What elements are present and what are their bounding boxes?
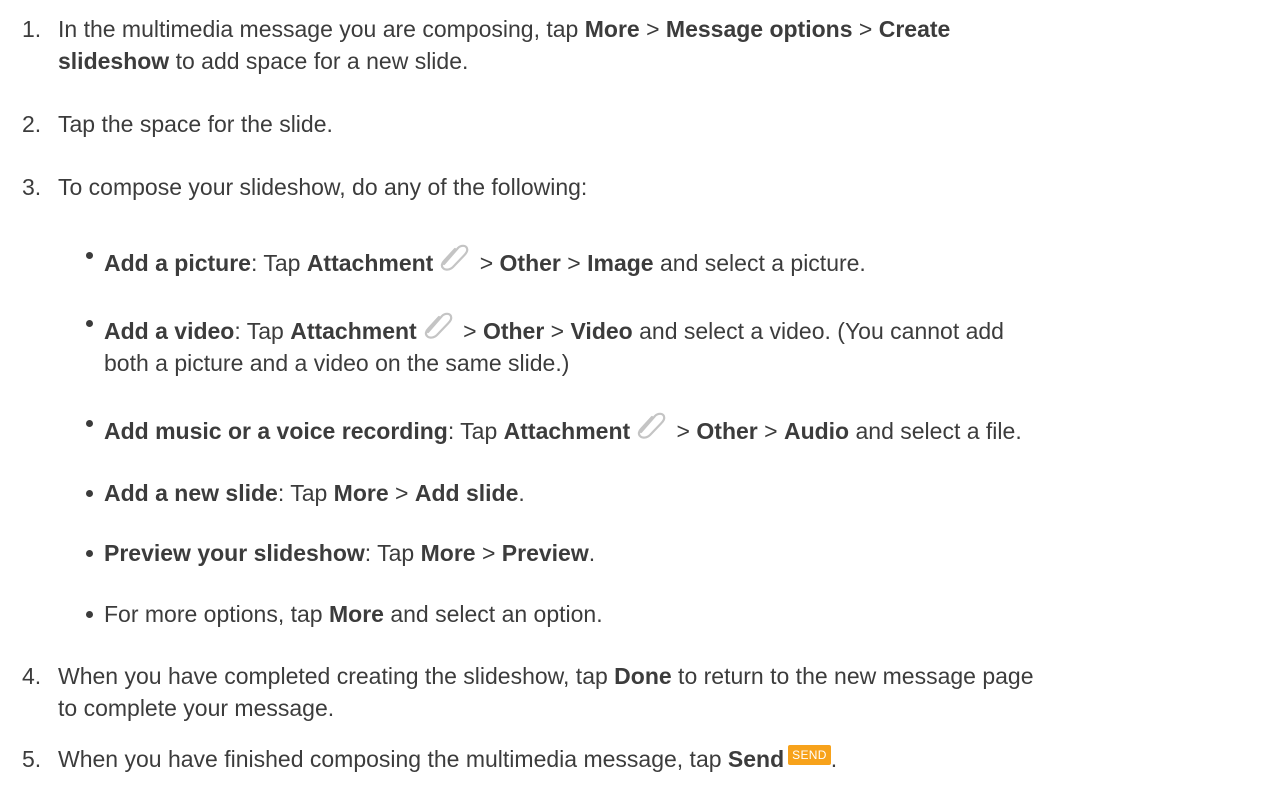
menu-term-audio: Audio: [783, 418, 850, 444]
text: and select a file.: [849, 418, 1022, 444]
text: When you have finished composing the mul…: [58, 746, 728, 772]
step-line: In the multimedia message you are compos…: [58, 13, 1240, 45]
step-number: 1.: [22, 16, 42, 42]
bullet-text: For more options, tap More and select an…: [104, 598, 1240, 630]
menu-term-attachment: Attachment: [290, 318, 417, 344]
bullet-text: Add music or a voice recording: Tap Atta…: [104, 407, 1240, 447]
separator: >: [757, 418, 784, 444]
bullet-title: Add a video: [104, 318, 235, 344]
text: to add space for a new slide.: [169, 48, 469, 74]
text: : Tap: [277, 480, 334, 506]
menu-term-create-slideshow: slideshow: [58, 48, 170, 74]
menu-term-other: Other: [696, 418, 758, 444]
bullet-line: Add a video: Tap Attachment > Other > Vi…: [104, 307, 1240, 347]
menu-term-create-slideshow: Create: [878, 16, 951, 42]
bullet-text: Add a video: Tap Attachment > Other > Vi…: [104, 307, 1240, 379]
step-text: Tap the space for the slide.: [58, 111, 333, 137]
paperclip-icon: [424, 312, 453, 339]
bullet-dot: [86, 490, 93, 497]
menu-term-video: Video: [570, 318, 633, 344]
text: and select a video. (You cannot add: [632, 318, 1004, 344]
bullet-dot: [86, 550, 93, 557]
menu-term-more: More: [333, 480, 389, 506]
separator: >: [852, 16, 879, 42]
separator: >: [388, 480, 415, 506]
step-number: 3.: [22, 174, 42, 200]
bullet-title: Add a new slide: [104, 480, 278, 506]
separator: >: [639, 16, 666, 42]
bullet-dot: [86, 611, 93, 618]
step-number: 2.: [22, 111, 42, 137]
separator: >: [456, 318, 483, 344]
separator: >: [544, 318, 571, 344]
bullet-dot: [86, 320, 93, 327]
bullet-title: Add a picture: [104, 250, 251, 276]
separator: >: [560, 250, 588, 276]
menu-term-more: More: [584, 16, 640, 42]
step-text: When you have finished composing the mul…: [58, 743, 1240, 775]
paperclip-icon: [441, 244, 469, 271]
bullet-text: Add a picture: Tap Attachment > Other > …: [104, 239, 1240, 279]
paperclip-icon: [637, 412, 666, 439]
instructions-document: 1. In the multimedia message you are com…: [0, 0, 1261, 786]
send-badge-icon: SEND: [788, 745, 831, 765]
text: : Tap: [234, 318, 291, 344]
menu-term-more: More: [420, 540, 476, 566]
bullet-line: both a picture and a video on the same s…: [104, 350, 570, 376]
bullet-title: Preview your slideshow: [104, 540, 365, 566]
text: : Tap: [447, 418, 504, 444]
menu-term-other: Other: [499, 250, 561, 276]
text: .: [830, 746, 838, 772]
text: In the multimedia message you are compos…: [58, 16, 585, 42]
text: For more options, tap: [104, 601, 329, 627]
bullet-title: Add music or a voice recording: [104, 418, 448, 444]
step-number: 4.: [22, 663, 42, 689]
step-number: 5.: [22, 746, 42, 772]
text: : Tap: [250, 250, 307, 276]
separator: >: [670, 418, 697, 444]
menu-term-add-slide: Add slide: [414, 480, 519, 506]
text: When you have completed creating the sli…: [58, 663, 615, 689]
menu-term-preview: Preview: [501, 540, 589, 566]
menu-term-attachment: Attachment: [503, 418, 631, 444]
text: and select an option.: [383, 601, 603, 627]
separator: >: [475, 540, 502, 566]
menu-term-attachment: Attachment: [306, 250, 434, 276]
text: : Tap: [364, 540, 421, 566]
step-text: When you have completed creating the sli…: [58, 660, 1240, 724]
bullet-dot: [86, 420, 93, 427]
step-text: To compose your slideshow, do any of the…: [58, 174, 588, 200]
text: and select a picture.: [653, 250, 866, 276]
separator: >: [473, 250, 500, 276]
menu-term-send: Send: [727, 746, 785, 772]
bullet-text: Add a new slide: Tap More > Add slide.: [104, 477, 1240, 509]
text: .: [588, 540, 596, 566]
step-line: When you have completed creating the sli…: [58, 660, 1240, 692]
text: to return to the new message page: [671, 663, 1034, 689]
step-line: slideshow to add space for a new slide.: [58, 45, 1240, 77]
step-text: In the multimedia message you are compos…: [58, 13, 1240, 77]
menu-term-message-options: Message options: [665, 16, 853, 42]
step-line: to complete your message.: [58, 695, 335, 721]
menu-term-more: More: [329, 601, 384, 627]
menu-term-image: Image: [587, 250, 654, 276]
text: .: [518, 480, 525, 506]
bullet-text: Preview your slideshow: Tap More > Previ…: [104, 537, 1240, 569]
bullet-dot: [86, 252, 93, 259]
menu-term-done: Done: [614, 663, 672, 689]
menu-term-other: Other: [482, 318, 545, 344]
